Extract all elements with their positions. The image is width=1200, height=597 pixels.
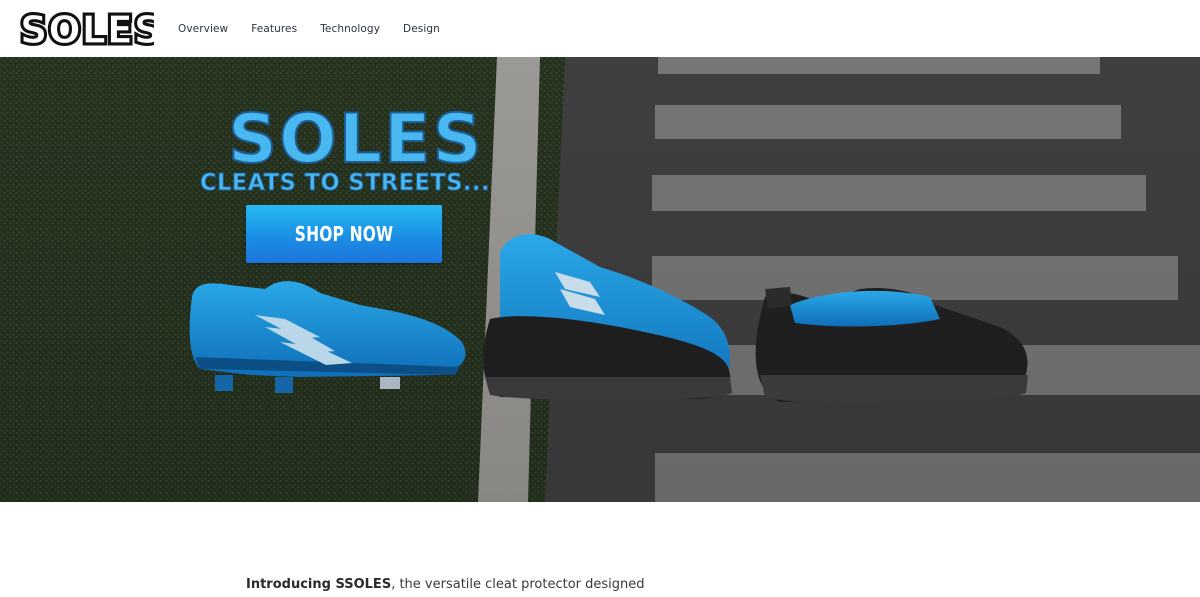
brand-logo-text: SOLES	[20, 8, 154, 49]
intro-text: , the versatile cleat protector designed	[391, 577, 645, 592]
nav-design[interactable]: Design	[403, 23, 440, 35]
nav-overview[interactable]: Overview	[178, 23, 228, 35]
main-nav: Overview Features Technology Design	[178, 0, 463, 57]
hero-tagline: CLEATS TO STREETS...	[200, 170, 490, 196]
hero-background	[0, 57, 1200, 502]
intro-paragraph: Introducing SSOLES, the versatile cleat …	[246, 577, 645, 592]
hero-banner: SOLES CLEATS TO STREETS... SHOP NOW	[0, 57, 1200, 502]
intro-highlight: Introducing SSOLES	[246, 577, 392, 592]
hero-title: SOLES	[228, 100, 484, 179]
site-header: SOLES SOLES Overview Features Technology…	[0, 0, 1200, 57]
nav-technology[interactable]: Technology	[320, 23, 380, 35]
shop-now-button[interactable]: SHOP NOW	[246, 205, 443, 263]
nav-features[interactable]: Features	[251, 23, 297, 35]
hero-title-graphic: SOLES CLEATS TO STREETS...	[200, 99, 491, 197]
brand-logo[interactable]: SOLES SOLES	[18, 7, 154, 49]
